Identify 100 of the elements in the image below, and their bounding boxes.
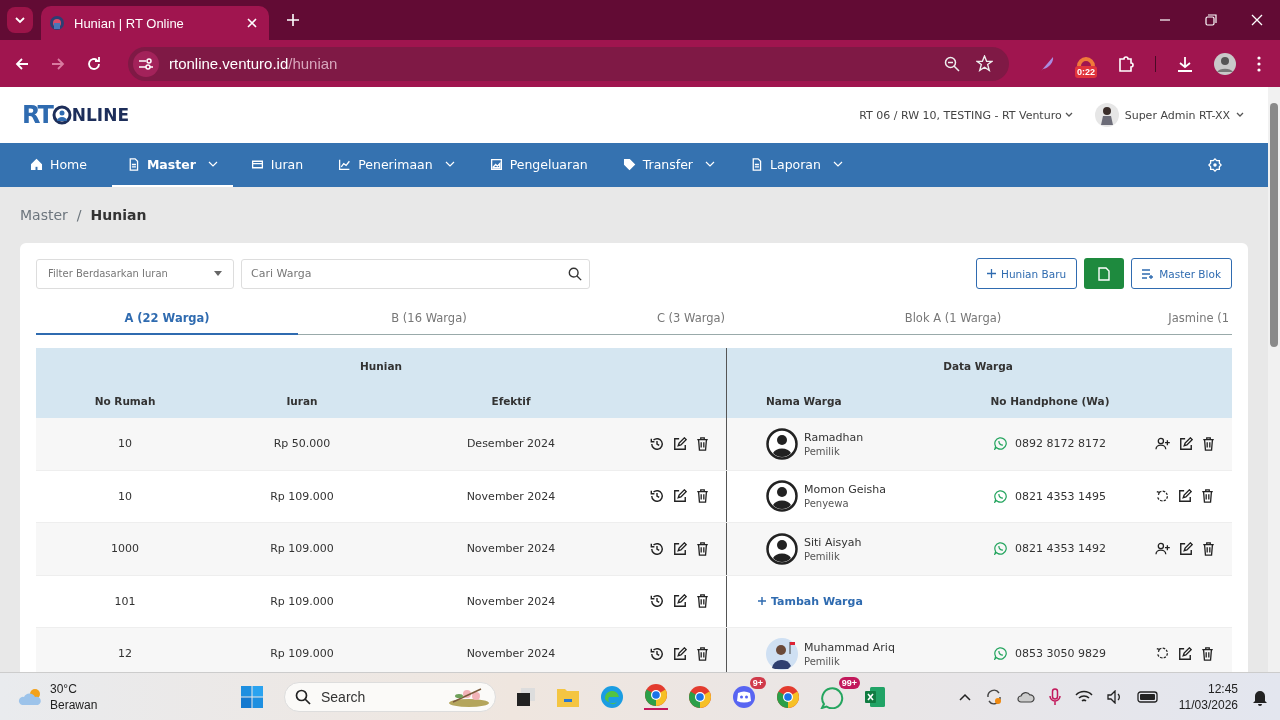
whatsapp-icon[interactable] (820, 684, 844, 709)
battery-icon[interactable] (1136, 690, 1159, 703)
history-icon[interactable] (649, 646, 664, 661)
reset-icon[interactable] (1155, 489, 1169, 503)
close-icon[interactable] (1251, 14, 1263, 26)
address-bar[interactable]: rtonline.venturo.id/hunian (128, 46, 1009, 81)
edit-icon[interactable] (672, 646, 687, 661)
clock-date[interactable]: 11/03/2026 (1178, 697, 1238, 712)
edit-icon[interactable] (1178, 541, 1193, 556)
block-tab[interactable]: Blok A (1 Warga) (822, 303, 1084, 335)
delete-icon[interactable] (1201, 436, 1215, 451)
start-icon[interactable] (240, 684, 264, 709)
phone-number[interactable]: 0821 4353 1492 (1015, 542, 1106, 556)
download-icon[interactable] (1176, 54, 1194, 73)
forward-icon[interactable] (50, 55, 66, 72)
tab-search-button[interactable] (7, 7, 33, 33)
block-tab[interactable]: A (22 Warga) (36, 303, 298, 335)
add-user-icon[interactable] (1154, 542, 1170, 556)
chrome-icon[interactable] (644, 683, 668, 707)
discord-icon[interactable] (732, 684, 756, 709)
whatsapp-icon[interactable] (994, 489, 1007, 503)
new-hunian-button[interactable]: Hunian Baru (976, 258, 1078, 289)
chrome-icon[interactable] (688, 684, 712, 709)
clock-time[interactable]: 12:45 (1207, 681, 1238, 696)
phone-number[interactable]: 0892 8172 8172 (1015, 437, 1106, 451)
sync-icon[interactable] (984, 687, 1003, 706)
edit-icon[interactable] (672, 436, 687, 451)
edit-icon[interactable] (1178, 436, 1193, 451)
whatsapp-icon[interactable] (994, 647, 1007, 661)
settings-icon[interactable] (1208, 158, 1222, 172)
extension-icon[interactable] (1077, 55, 1095, 66)
nav-item[interactable]: Laporan (740, 143, 860, 187)
taskbar-search[interactable]: Search (284, 681, 496, 712)
history-icon[interactable] (649, 594, 664, 609)
puzzle-icon[interactable] (1117, 54, 1135, 73)
bookmark-star-icon[interactable] (976, 55, 993, 72)
export-button[interactable] (1084, 258, 1125, 289)
menu-icon[interactable] (1256, 54, 1262, 73)
nav-item[interactable]: Transfer (612, 143, 732, 187)
zoom-out-icon[interactable] (944, 55, 960, 72)
close-icon[interactable] (247, 18, 257, 28)
profile-avatar[interactable] (1214, 52, 1236, 75)
scrollbar[interactable] (1268, 87, 1280, 672)
user-menu[interactable]: Super Admin RT-XX (1094, 103, 1244, 127)
delete-icon[interactable] (695, 489, 709, 504)
nav-item[interactable]: Home (20, 143, 104, 187)
task-view-icon[interactable] (516, 686, 536, 707)
feather-icon[interactable] (1039, 55, 1055, 72)
delete-icon[interactable] (1200, 489, 1214, 504)
master-blok-button[interactable]: Master Blok (1131, 258, 1232, 289)
logo-text[interactable]: RT (22, 101, 52, 129)
nav-item[interactable]: Iuran (240, 143, 321, 187)
delete-icon[interactable] (695, 436, 709, 451)
edit-icon[interactable] (672, 489, 687, 504)
reload-icon[interactable] (86, 55, 102, 72)
breadcrumb-link[interactable]: Master (20, 207, 68, 223)
logo-text[interactable]: NLINE (71, 105, 129, 125)
browser-tab[interactable]: Hunian | RT Online (41, 6, 269, 40)
microphone-icon[interactable] (1048, 687, 1061, 706)
history-icon[interactable] (649, 436, 664, 451)
delete-icon[interactable] (1200, 646, 1214, 661)
excel-icon[interactable] (864, 685, 886, 708)
block-tab[interactable]: Jasmine (1 (1084, 303, 1233, 335)
chrome-icon[interactable] (776, 684, 800, 709)
edit-icon[interactable] (672, 541, 687, 556)
filter-dropdown[interactable]: Filter Berdasarkan Iuran (36, 258, 234, 289)
block-tab[interactable]: C (3 Warga) (560, 303, 822, 335)
nav-item[interactable]: Penerimaan (328, 143, 472, 187)
delete-icon[interactable] (695, 541, 709, 556)
block-tab[interactable]: B (16 Warga) (298, 303, 560, 335)
whatsapp-icon[interactable] (994, 437, 1007, 451)
history-icon[interactable] (649, 541, 664, 556)
new-tab-icon[interactable] (287, 14, 299, 26)
site-settings-icon[interactable] (138, 56, 154, 71)
add-resident-link[interactable]: Tambah Warga (758, 594, 863, 608)
search-field[interactable]: Cari Warga (241, 258, 590, 289)
delete-icon[interactable] (695, 646, 709, 661)
phone-number[interactable]: 0853 3050 9829 (1015, 647, 1106, 661)
delete-icon[interactable] (695, 594, 709, 609)
whatsapp-icon[interactable] (994, 542, 1007, 556)
history-icon[interactable] (649, 489, 664, 504)
back-icon[interactable] (14, 55, 30, 72)
nav-item[interactable]: Pengeluaran (479, 143, 605, 187)
edit-icon[interactable] (672, 594, 687, 609)
edit-icon[interactable] (1177, 489, 1192, 504)
phone-number[interactable]: 0821 4353 1495 (1015, 489, 1106, 503)
search-icon[interactable] (568, 266, 582, 281)
edit-icon[interactable] (1177, 646, 1192, 661)
restore-icon[interactable] (1205, 14, 1217, 26)
chevron-up-icon[interactable] (958, 692, 971, 701)
reset-icon[interactable] (1155, 647, 1169, 661)
delete-icon[interactable] (1201, 541, 1215, 556)
wifi-icon[interactable] (1074, 689, 1093, 704)
logo-icon[interactable] (51, 105, 72, 125)
cloud-icon[interactable] (1016, 690, 1035, 703)
add-user-icon[interactable] (1154, 437, 1170, 451)
speaker-icon[interactable] (1106, 689, 1123, 704)
nav-item[interactable]: Master (111, 143, 233, 187)
location-dropdown[interactable]: RT 06 / RW 10, TESTING - RT Venturo (859, 108, 1073, 122)
weather-label: Berawan (50, 697, 98, 712)
